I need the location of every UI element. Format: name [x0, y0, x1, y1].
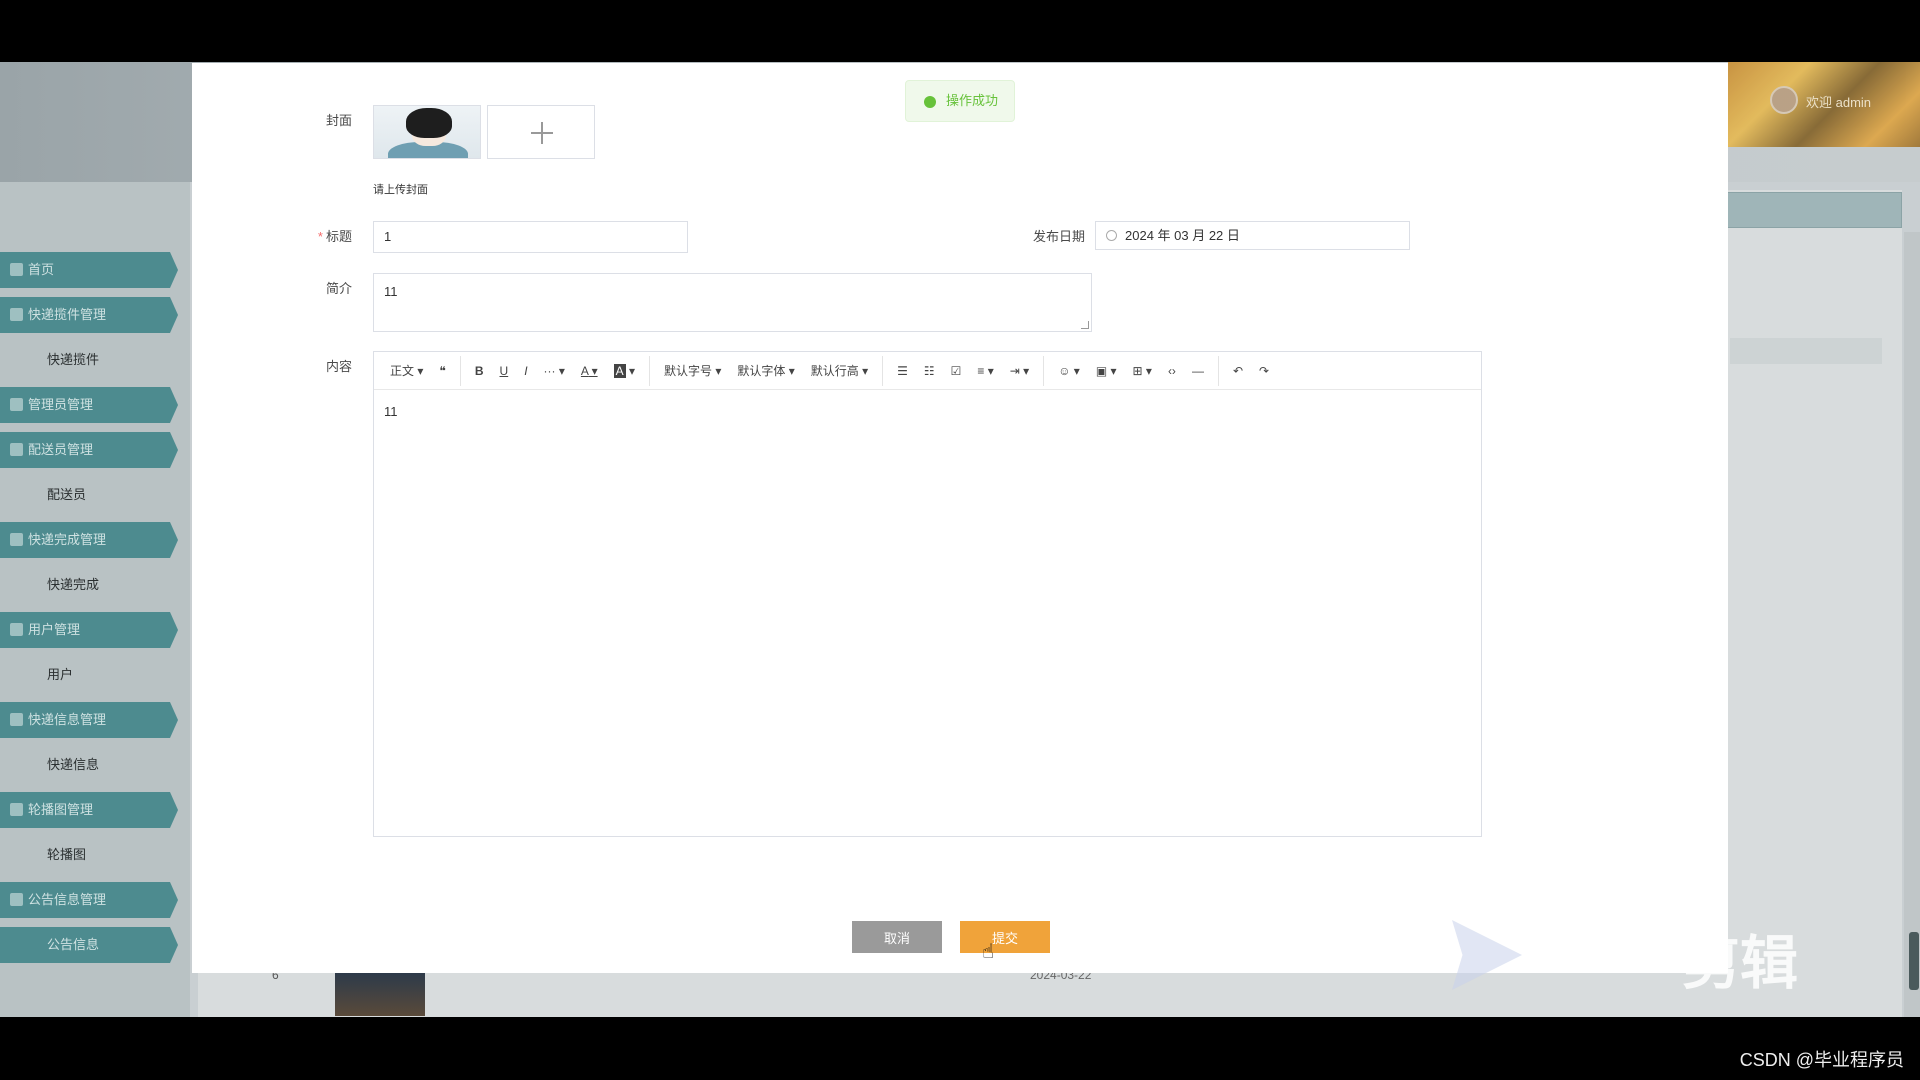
- bold-icon[interactable]: B: [467, 359, 492, 383]
- user-avatar[interactable]: [1770, 86, 1798, 114]
- sidebar-group[interactable]: 首页: [0, 252, 178, 288]
- menu-icon: [10, 893, 23, 906]
- sidebar-group[interactable]: 轮播图管理: [0, 792, 178, 828]
- success-toast: 操作成功: [905, 80, 1015, 122]
- menu-icon: [10, 308, 23, 321]
- sidebar-group-label: 配送员管理: [28, 442, 94, 457]
- publish-date-input[interactable]: 2024 年 03 月 22 日: [1095, 221, 1410, 250]
- sidebar-item[interactable]: 快递完成: [0, 558, 190, 612]
- background-row-thumbnail: [335, 972, 425, 1016]
- sidebar-item[interactable]: 配送员: [0, 468, 190, 522]
- toast-message: 操作成功: [946, 93, 999, 108]
- image-icon[interactable]: ▣ ▾: [1088, 359, 1125, 383]
- cover-image-thumbnail[interactable]: [373, 105, 481, 159]
- sidebar-item[interactable]: 快递揽件: [0, 333, 190, 387]
- font-family-dropdown[interactable]: 默认字体 ▾: [729, 359, 802, 383]
- sidebar-group-label: 快递揽件管理: [28, 307, 107, 322]
- editor-toolbar: 正文 ▾ ❝ B U I ··· ▾ A ▾ A ▾ 默认字号 ▾ 默认字体 ▾…: [374, 352, 1481, 390]
- sidebar-group[interactable]: 快递信息管理: [0, 702, 178, 738]
- cover-hint: 请上传封面: [373, 184, 428, 196]
- content-label: 内容: [325, 359, 352, 374]
- clock-icon: [1106, 230, 1117, 241]
- paragraph-dropdown[interactable]: 正文 ▾: [382, 359, 431, 383]
- sidebar-group-label: 管理员管理: [28, 397, 94, 412]
- header-banner-image: 欢迎 admin: [1728, 62, 1920, 147]
- code-icon[interactable]: ‹›: [1160, 359, 1184, 383]
- font-size-dropdown[interactable]: 默认字号 ▾: [656, 359, 729, 383]
- sidebar-item[interactable]: 公告信息: [0, 927, 178, 963]
- sidebar-group-label: 轮播图管理: [28, 802, 94, 817]
- emoji-icon[interactable]: ☺ ▾: [1050, 359, 1088, 383]
- todo-icon[interactable]: ☑: [943, 359, 970, 383]
- cancel-button[interactable]: 取消: [852, 921, 942, 953]
- menu-icon: [10, 623, 23, 636]
- menu-icon: [10, 533, 23, 546]
- title-input[interactable]: 1: [373, 221, 688, 253]
- indent-dropdown-icon[interactable]: ⇥ ▾: [1002, 359, 1037, 383]
- edit-dialog: 操作成功 封面 请上传封面 * 标题 1 发布日期 2024 年 03 月 22 …: [192, 63, 1728, 973]
- hand-cursor-icon: ☝: [982, 941, 995, 963]
- sidebar-group[interactable]: 快递揽件管理: [0, 297, 178, 333]
- menu-icon: [10, 443, 23, 456]
- sidebar-group-label: 公告信息管理: [28, 892, 107, 907]
- sidebar-group-label: 首页: [28, 262, 55, 277]
- sidebar-item[interactable]: 用户: [0, 648, 190, 702]
- cover-label: 封面: [325, 113, 352, 128]
- menu-icon: [10, 713, 23, 726]
- required-mark: *: [317, 229, 323, 244]
- table-icon[interactable]: ⊞ ▾: [1125, 359, 1160, 383]
- italic-icon[interactable]: I: [516, 359, 535, 383]
- sidebar-item[interactable]: 轮播图: [0, 828, 190, 882]
- line-height-dropdown[interactable]: 默认行高 ▾: [803, 359, 876, 383]
- sidebar-group[interactable]: 管理员管理: [0, 387, 178, 423]
- align-dropdown-icon[interactable]: ≡ ▾: [969, 359, 1001, 383]
- submit-button[interactable]: 提交: [960, 921, 1050, 953]
- menu-icon: [10, 263, 23, 276]
- sidebar: 首页快递揽件管理快递揽件管理员管理配送员管理配送员快递完成管理快递完成用户管理用…: [0, 182, 190, 1017]
- welcome-text: 欢迎 admin: [1806, 95, 1872, 110]
- rich-text-editor: 正文 ▾ ❝ B U I ··· ▾ A ▾ A ▾ 默认字号 ▾ 默认字体 ▾…: [373, 351, 1482, 837]
- background-color-icon[interactable]: A ▾: [606, 359, 643, 383]
- underline-icon[interactable]: U: [492, 359, 517, 383]
- more-styles-dropdown[interactable]: ··· ▾: [536, 359, 573, 383]
- check-circle-icon: [924, 96, 936, 108]
- sidebar-group-label: 快递完成管理: [28, 532, 107, 547]
- editor-content-area[interactable]: 11: [374, 390, 1481, 433]
- redo-icon[interactable]: ↷: [1251, 359, 1277, 383]
- divider-icon[interactable]: —: [1184, 359, 1212, 383]
- font-color-icon[interactable]: A ▾: [573, 359, 606, 383]
- watermark-text: 剪辑: [1682, 931, 1799, 996]
- sidebar-group[interactable]: 用户管理: [0, 612, 178, 648]
- csdn-credit: CSDN @毕业程序员: [1739, 1050, 1904, 1070]
- watermark-play-icon: [1452, 920, 1522, 990]
- sidebar-group[interactable]: 公告信息管理: [0, 882, 178, 918]
- title-label: * 标题: [317, 229, 352, 244]
- intro-label: 简介: [325, 281, 352, 296]
- sidebar-group-label: 用户管理: [28, 622, 81, 637]
- scrollbar-thumb[interactable]: [1909, 932, 1919, 990]
- intro-textarea[interactable]: 11: [373, 273, 1092, 332]
- sidebar-group-label: 快递信息管理: [28, 712, 107, 727]
- resize-handle-icon[interactable]: [1081, 321, 1089, 329]
- sidebar-group[interactable]: 快递完成管理: [0, 522, 178, 558]
- background-row: [1730, 338, 1882, 364]
- bullet-list-icon[interactable]: ☰: [889, 359, 916, 383]
- numbered-list-icon[interactable]: ☷: [916, 359, 943, 383]
- publish-date-label: 发布日期: [1032, 229, 1085, 244]
- undo-icon[interactable]: ↶: [1225, 359, 1251, 383]
- menu-icon: [10, 803, 23, 816]
- menu-icon: [10, 398, 23, 411]
- watermark-logo: 剪辑: [1452, 912, 1822, 996]
- sidebar-group[interactable]: 配送员管理: [0, 432, 178, 468]
- page-scrollbar[interactable]: [1904, 232, 1920, 1017]
- sidebar-item[interactable]: 快递信息: [0, 738, 190, 792]
- cover-upload-button[interactable]: [487, 105, 595, 159]
- quote-icon[interactable]: ❝: [431, 359, 453, 383]
